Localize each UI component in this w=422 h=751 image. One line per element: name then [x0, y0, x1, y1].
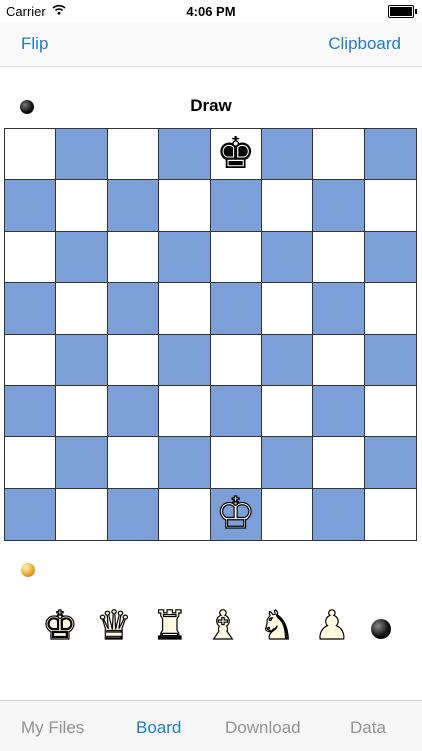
- square-a6[interactable]: [5, 231, 57, 284]
- flip-button[interactable]: Flip: [21, 34, 48, 54]
- chess-board[interactable]: ♚ ♔: [4, 128, 417, 541]
- tab-my-files[interactable]: My Files: [21, 718, 84, 738]
- square-h2[interactable]: [364, 437, 416, 489]
- square-g2[interactable]: [313, 437, 365, 489]
- square-h7[interactable]: [364, 180, 416, 232]
- clock: 4:06 PM: [186, 4, 236, 19]
- square-f8[interactable]: [261, 129, 314, 181]
- square-g5[interactable]: [313, 283, 365, 335]
- tab-data[interactable]: Data: [350, 718, 386, 738]
- square-b1[interactable]: [56, 488, 108, 540]
- square-d7[interactable]: [159, 180, 211, 232]
- square-f5[interactable]: [261, 283, 314, 335]
- white-king-icon[interactable]: ♔: [215, 491, 256, 536]
- palette-color-toggle-icon[interactable]: [371, 619, 391, 639]
- square-h1[interactable]: [364, 488, 416, 540]
- square-b2[interactable]: [56, 437, 108, 489]
- palette-queen-icon[interactable]: ♛: [95, 605, 132, 646]
- square-f4[interactable]: [261, 334, 314, 386]
- square-h3[interactable]: [364, 385, 416, 438]
- square-e8[interactable]: ♚: [210, 129, 262, 181]
- square-d4[interactable]: [159, 334, 211, 386]
- square-g1[interactable]: [313, 488, 365, 540]
- square-c7[interactable]: [107, 180, 160, 232]
- square-b4[interactable]: [56, 334, 108, 386]
- square-a8[interactable]: [5, 129, 57, 181]
- square-g6[interactable]: [313, 231, 365, 284]
- square-g8[interactable]: [313, 129, 365, 181]
- square-a2[interactable]: [5, 437, 57, 489]
- square-a7[interactable]: [5, 180, 57, 232]
- square-a4[interactable]: [5, 334, 57, 386]
- square-c5[interactable]: [107, 283, 160, 335]
- piece-palette: ♚ ♛ ♜ ♝ ♞ ♟: [0, 605, 422, 654]
- square-a1[interactable]: [5, 488, 57, 540]
- square-c6[interactable]: [107, 231, 160, 284]
- navigation-bar: Flip Clipboard: [0, 22, 422, 67]
- square-d2[interactable]: [159, 437, 211, 489]
- square-e1[interactable]: ♔: [210, 488, 262, 540]
- square-e5[interactable]: [210, 283, 262, 335]
- tab-bar: My Files Board Download Data: [0, 700, 422, 751]
- palette-king-icon[interactable]: ♚: [41, 605, 78, 646]
- square-e6[interactable]: [210, 231, 262, 284]
- square-a5[interactable]: [5, 283, 57, 335]
- square-d1[interactable]: [159, 488, 211, 540]
- square-g4[interactable]: [313, 334, 365, 386]
- square-d3[interactable]: [159, 385, 211, 438]
- battery-icon: [388, 5, 417, 18]
- square-h4[interactable]: [364, 334, 416, 386]
- square-f1[interactable]: [261, 488, 314, 540]
- square-h8[interactable]: [364, 129, 416, 181]
- square-f3[interactable]: [261, 385, 314, 438]
- white-turn-indicator-icon: [21, 563, 35, 577]
- square-b3[interactable]: [56, 385, 108, 438]
- square-e2[interactable]: [210, 437, 262, 489]
- palette-pawn-icon[interactable]: ♟: [313, 605, 350, 646]
- square-a3[interactable]: [5, 385, 57, 438]
- palette-rook-icon[interactable]: ♜: [151, 605, 188, 646]
- square-b7[interactable]: [56, 180, 108, 232]
- square-b6[interactable]: [56, 231, 108, 284]
- square-d5[interactable]: [159, 283, 211, 335]
- game-status: Draw: [190, 96, 232, 115]
- square-c1[interactable]: [107, 488, 160, 540]
- palette-bishop-icon[interactable]: ♝: [204, 605, 241, 646]
- square-d6[interactable]: [159, 231, 211, 284]
- square-h6[interactable]: [364, 231, 416, 284]
- palette-knight-icon[interactable]: ♞: [258, 605, 295, 646]
- square-e3[interactable]: [210, 385, 262, 438]
- square-g3[interactable]: [313, 385, 365, 438]
- clipboard-button[interactable]: Clipboard: [328, 34, 401, 54]
- square-h5[interactable]: [364, 283, 416, 335]
- square-c3[interactable]: [107, 385, 160, 438]
- square-c8[interactable]: [107, 129, 160, 181]
- tab-board[interactable]: Board: [136, 718, 181, 738]
- square-g7[interactable]: [313, 180, 365, 232]
- status-bar: Carrier 4:06 PM: [0, 0, 422, 22]
- square-c4[interactable]: [107, 334, 160, 386]
- square-e7[interactable]: [210, 180, 262, 232]
- square-f6[interactable]: [261, 231, 314, 284]
- black-king-icon[interactable]: ♚: [216, 132, 255, 176]
- square-f2[interactable]: [261, 437, 314, 489]
- square-b8[interactable]: [56, 129, 108, 181]
- square-e4[interactable]: [210, 334, 262, 386]
- square-d8[interactable]: [159, 129, 211, 181]
- square-c2[interactable]: [107, 437, 160, 489]
- tab-download[interactable]: Download: [225, 718, 301, 738]
- square-b5[interactable]: [56, 283, 108, 335]
- square-f7[interactable]: [261, 180, 314, 232]
